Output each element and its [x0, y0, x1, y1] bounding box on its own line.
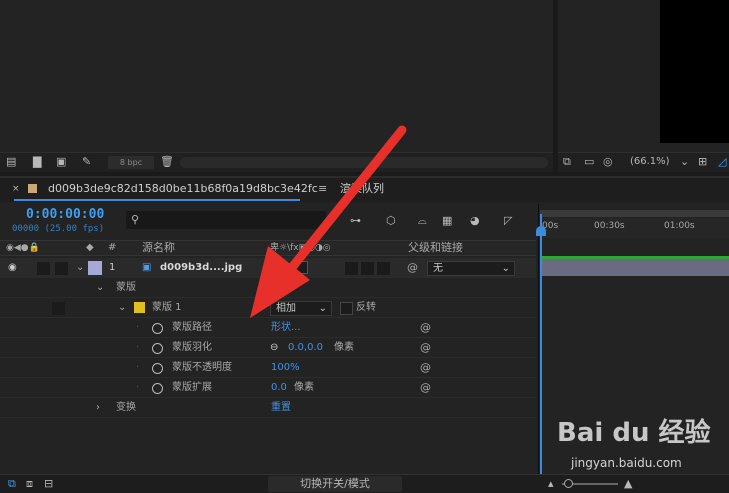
baidu-watermark-url: jingyan.baidu.com	[571, 456, 682, 470]
baidu-watermark-logo: Bai du 经验	[557, 418, 711, 448]
